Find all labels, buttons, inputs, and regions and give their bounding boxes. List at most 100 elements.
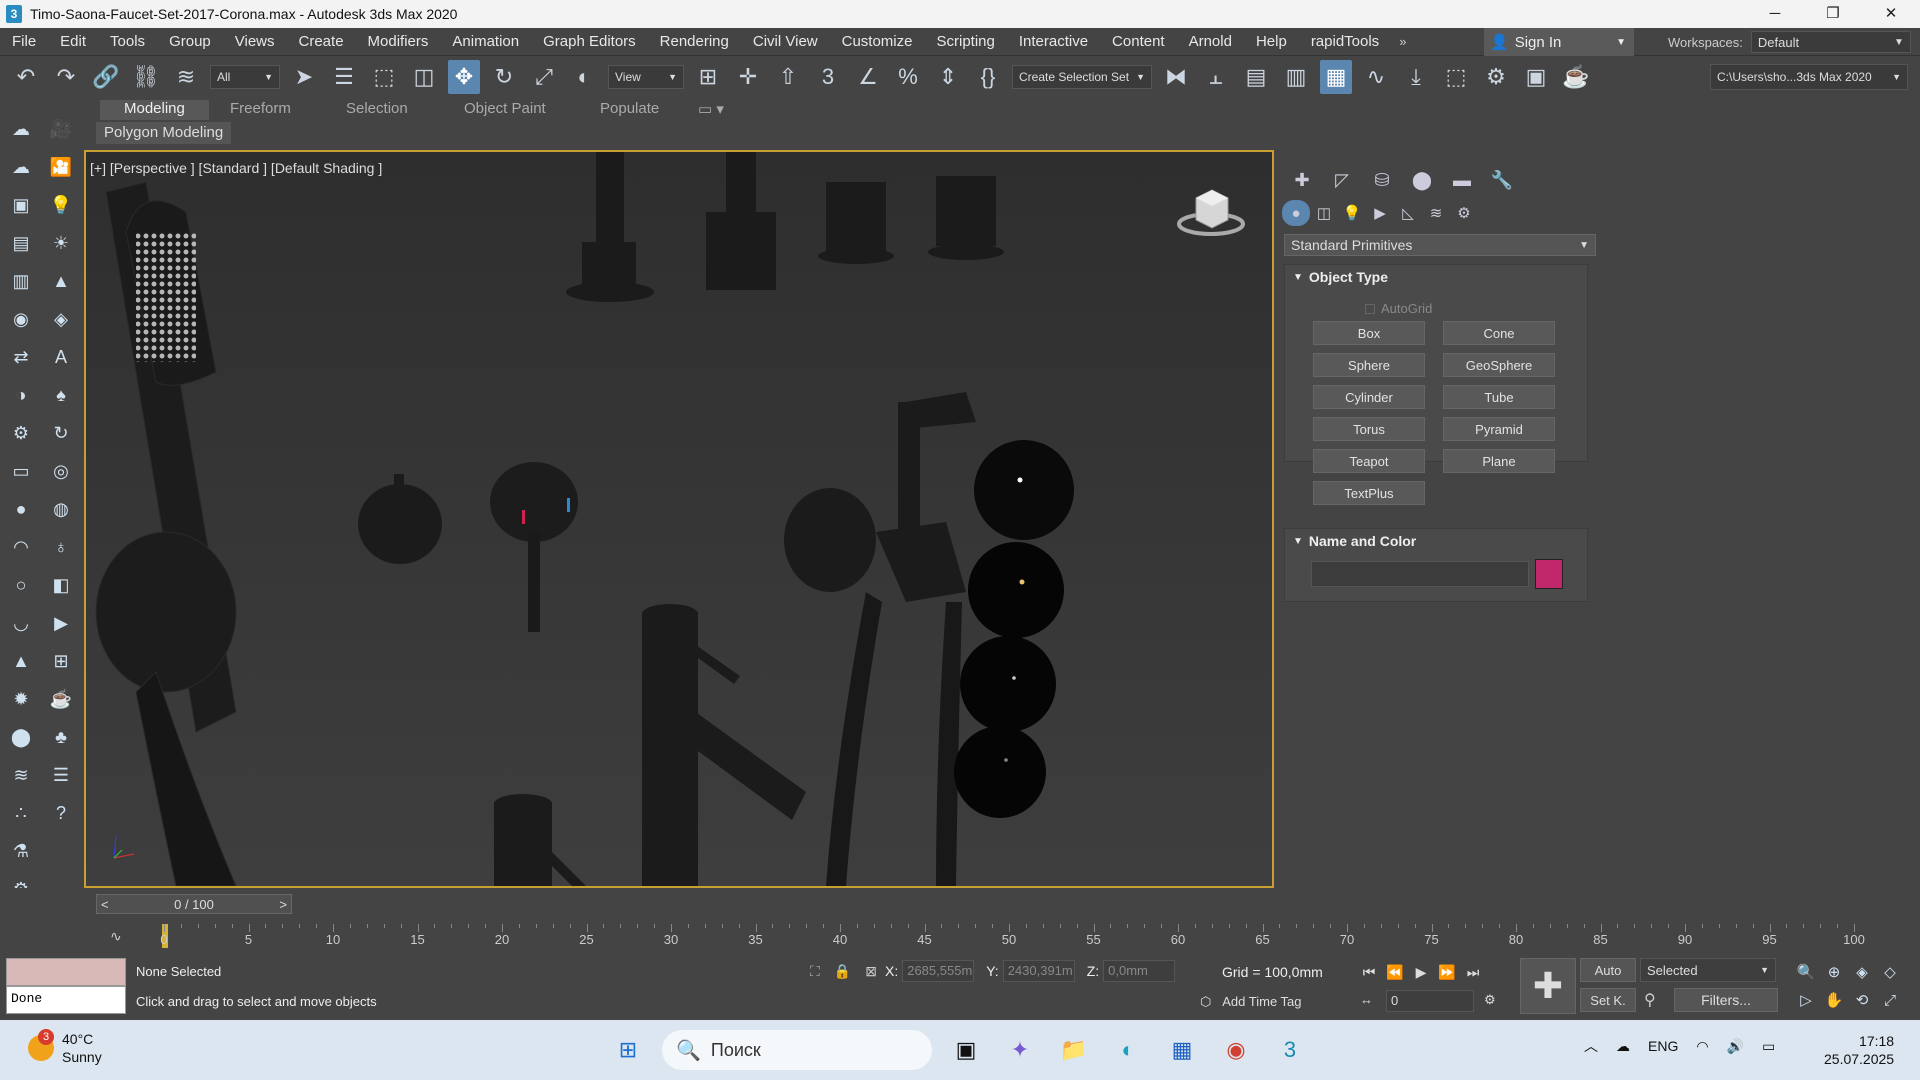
autogrid-checkbox[interactable]: AutoGrid [1365, 301, 1432, 316]
y-coordinate-field[interactable]: 2430,391m [1002, 960, 1075, 982]
select-by-name-icon[interactable]: ☰ [328, 60, 360, 94]
render-setup-icon[interactable]: ⚙ [1480, 60, 1512, 94]
tab-modeling[interactable]: Modeling [100, 100, 209, 120]
curve-editor-mini-icon[interactable]: ∿ [110, 928, 122, 945]
menu-rendering[interactable]: Rendering [648, 33, 741, 50]
schematic-view-icon[interactable]: ⤓ [1400, 60, 1432, 94]
pivot-center-icon[interactable]: ⊞ [692, 60, 724, 94]
edge-icon[interactable]: ◐ [1108, 1030, 1148, 1070]
ic-screen-icon[interactable]: ▭ [8, 458, 34, 484]
tube-button[interactable]: Tube [1443, 385, 1555, 409]
play-box-icon[interactable]: ▶ [48, 610, 74, 636]
menu-edit[interactable]: Edit [48, 33, 98, 50]
app-3dsmax-icon[interactable]: 3 [6, 5, 22, 23]
sign-in-dropdown[interactable]: 👤 Sign In ▼ [1484, 28, 1634, 56]
unlink-icon[interactable]: ⛓ [130, 60, 162, 94]
render-view-icon[interactable]: ▣ [8, 192, 34, 218]
star-icon[interactable]: ✹ [8, 686, 34, 712]
layout-icon[interactable]: ◧ [48, 572, 74, 598]
project-folder-dropdown[interactable]: C:\Users\sho...3ds Max 2020 ▼ [1710, 64, 1908, 90]
select-and-rotate-icon[interactable]: ↻ [488, 60, 520, 94]
select-and-move-icon[interactable]: ✥ [448, 60, 480, 94]
workspaces-dropdown[interactable]: Default ▼ [1750, 31, 1911, 53]
proxy-icon[interactable]: ◈ [48, 306, 74, 332]
network-icon[interactable]: ⚗ [8, 838, 34, 864]
rendered-frame-window-icon[interactable]: ▣ [1520, 60, 1552, 94]
rectangular-selection-icon[interactable]: ⬚ [368, 60, 400, 94]
menu-group[interactable]: Group [157, 33, 223, 50]
hierarchy-tab-icon[interactable]: ⛁ [1362, 166, 1402, 194]
task-view-icon[interactable]: ▣ [946, 1030, 986, 1070]
play-icon[interactable]: ▶ [1408, 960, 1434, 984]
key-mode-icon[interactable]: ↔ [1360, 992, 1373, 1007]
redo-icon[interactable]: ↷ [50, 60, 82, 94]
menu-overflow-icon[interactable]: » [1391, 34, 1414, 49]
grid-icon[interactable]: ⊞ [48, 648, 74, 674]
copilot-icon[interactable]: ✦ [1000, 1030, 1040, 1070]
tree-icon[interactable]: ♠ [48, 382, 74, 408]
lights-category-icon[interactable]: 💡 [1338, 200, 1366, 226]
pan-icon[interactable]: ✋ [1820, 986, 1848, 1014]
menu-views[interactable]: Views [223, 33, 287, 50]
microsoft-store-icon[interactable]: ▦ [1162, 1030, 1202, 1070]
box-button[interactable]: Box [1313, 321, 1425, 345]
menu-help[interactable]: Help [1244, 33, 1299, 50]
modify-tab-icon[interactable]: ◸ [1322, 166, 1362, 194]
maximize-viewport-icon[interactable]: ⤢ [1876, 986, 1904, 1014]
menu-scripting[interactable]: Scripting [924, 33, 1006, 50]
previous-frame-icon[interactable]: ⏪ [1382, 960, 1408, 984]
disk-icon[interactable]: ⬤ [8, 724, 34, 750]
field-of-view-icon[interactable]: ▷ [1792, 986, 1820, 1014]
filters-button[interactable]: Filters... [1674, 988, 1778, 1012]
display-tab-icon[interactable]: ▬ [1442, 166, 1482, 194]
object-name-field[interactable] [1311, 561, 1529, 587]
systems-category-icon[interactable]: ⚙ [1450, 200, 1478, 226]
menu-modifiers[interactable]: Modifiers [356, 33, 441, 50]
refresh-icon[interactable]: ↻ [48, 420, 74, 446]
helpers-category-icon[interactable]: ◺ [1394, 200, 1422, 226]
forest-icon[interactable]: ♣ [48, 724, 74, 750]
scene-explorer-icon[interactable]: ▦ [1320, 60, 1352, 94]
mirror-icon[interactable]: ⧓ [1160, 60, 1192, 94]
keyboard-shortcut-override-icon[interactable]: ⇧ [772, 60, 804, 94]
clock[interactable]: 17:18 25.07.2025 [1824, 1032, 1894, 1068]
geometry-category-icon[interactable]: ● [1282, 200, 1310, 226]
restore-icon[interactable]: ❐ [1804, 0, 1862, 28]
cameras-category-icon[interactable]: ▶ [1366, 200, 1394, 226]
menu-graph-editors[interactable]: Graph Editors [531, 33, 648, 50]
time-slider-next-icon[interactable]: > [279, 897, 287, 912]
track-bar[interactable]: 0 5 10 15 20 25 30 35 40 45 50 55 60 65 70 75 80 85 90 95 10… [160, 924, 1865, 948]
utilities-tab-wrench-icon[interactable]: 🔧 [1482, 166, 1522, 194]
time-config-icon[interactable]: ⚙ [1484, 992, 1496, 1008]
x-coordinate-field[interactable]: 2685,555m [902, 960, 975, 982]
cylinder-button[interactable]: Cylinder [1313, 385, 1425, 409]
select-object-icon[interactable]: ➤ [288, 60, 320, 94]
menu-animation[interactable]: Animation [440, 33, 531, 50]
text-icon[interactable]: A [48, 344, 74, 370]
ribbon-options-icon[interactable]: ▭ ▾ [698, 100, 724, 120]
cone-button[interactable]: Cone [1443, 321, 1555, 345]
weather-widget[interactable]: 3 40°C Sunny [28, 1029, 102, 1066]
hair-icon[interactable]: ≋ [8, 762, 34, 788]
time-slider-prev-icon[interactable]: < [101, 897, 109, 912]
go-to-end-icon[interactable]: ⏭ [1460, 960, 1486, 984]
dome-icon[interactable]: ◠ [8, 534, 34, 560]
tab-freeform[interactable]: Freeform [230, 100, 291, 120]
cone-icon[interactable]: ▲ [8, 648, 34, 674]
converter-icon[interactable]: ⇄ [8, 344, 34, 370]
curve-editor-icon[interactable]: ∿ [1360, 60, 1392, 94]
window-crossing-icon[interactable]: ◫ [408, 60, 440, 94]
taskbar-search[interactable]: 🔍 Поиск [662, 1030, 932, 1070]
selection-filter-dropdown[interactable]: All ▼ [210, 65, 280, 89]
list-icon[interactable]: ☰ [48, 762, 74, 788]
select-and-place-icon[interactable]: ◐ [568, 60, 600, 94]
teapot-icon[interactable]: ☕ [48, 686, 74, 712]
name-and-color-header[interactable]: ▼ Name and Color [1285, 529, 1587, 553]
language-indicator[interactable]: ENG [1648, 1038, 1678, 1054]
onedrive-icon[interactable]: ☁ [1616, 1038, 1630, 1055]
cone-light-icon[interactable]: ▲ [48, 268, 74, 294]
material-editor-icon[interactable]: ⬚ [1440, 60, 1472, 94]
key-filters-icon[interactable]: ⚲ [1644, 990, 1656, 1010]
shapes-category-icon[interactable]: ◫ [1310, 200, 1338, 226]
ies-icon[interactable]: ◑ [8, 382, 34, 408]
